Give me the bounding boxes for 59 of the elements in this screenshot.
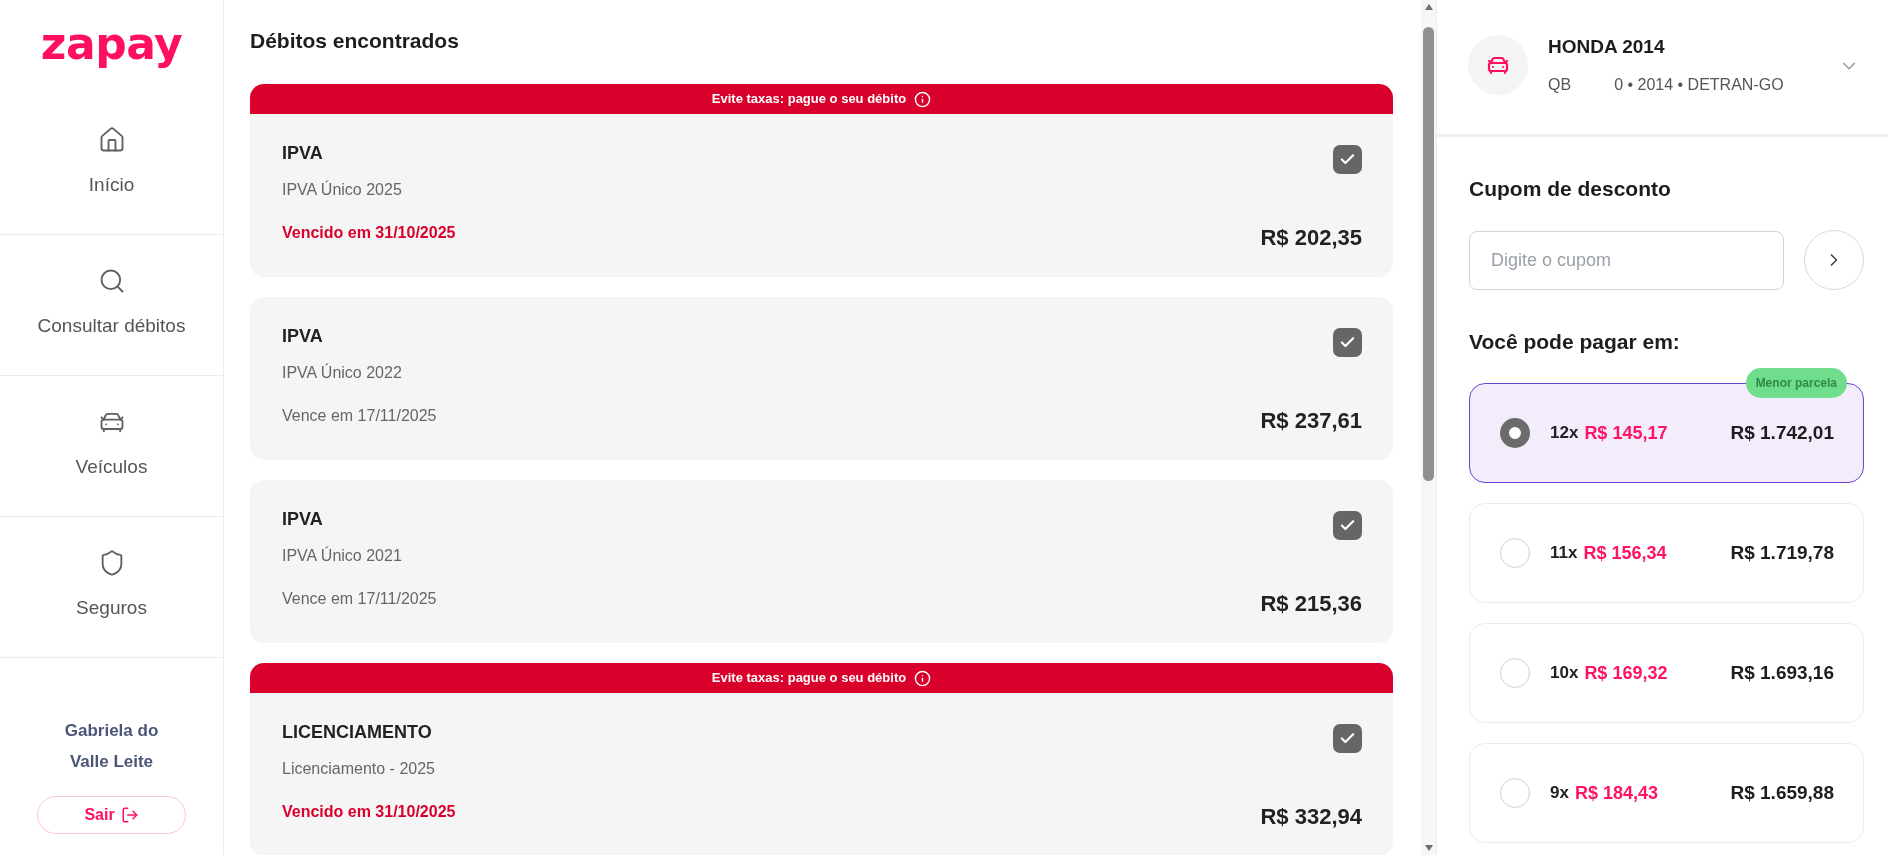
banner-text: Evite taxas: pague o seu débito [711, 91, 907, 107]
debt-amount: R$ 202,35 [1260, 224, 1362, 252]
lowest-installment-tag: Menor parcela [1745, 368, 1847, 398]
debt-description: IPVA Único 2025 [282, 179, 402, 200]
scrollbar-thumb[interactable] [1423, 27, 1434, 481]
scrollbar[interactable] [1421, 0, 1436, 855]
debt-description: Licenciamento - 2025 [282, 759, 435, 779]
plate-start: QB [1548, 75, 1572, 95]
nav-item[interactable]: Início [0, 94, 223, 235]
checkbox[interactable] [1333, 328, 1362, 357]
section-title: Débitos encontrados [250, 28, 459, 54]
radio-button[interactable] [1500, 418, 1530, 448]
debt-description: IPVA Único 2022 [282, 362, 402, 383]
user-name: Gabriela do Valle Leite [63, 720, 160, 773]
checkbox[interactable] [1333, 511, 1362, 540]
installment-option[interactable]: 9x R$ 184,43 R$ 1.659,88 [1469, 743, 1864, 843]
installment-option[interactable]: 10x R$ 169,32 R$ 1.693,16 [1469, 623, 1864, 723]
due-date: Vence em 17/11/2025 [282, 406, 437, 426]
info-icon[interactable] [914, 669, 932, 687]
vehicle-details: 0 • 2014 • DETRAN-GO [1614, 75, 1784, 95]
debt-title: LICENCIAMENTO [282, 721, 432, 744]
installment-value: R$ 145,17 [1584, 422, 1668, 445]
installment-count: 10x [1550, 662, 1579, 684]
payment-title: Você pode pagar em: [1469, 329, 1680, 355]
installment-value: R$ 156,34 [1583, 542, 1667, 565]
debt-amount: R$ 332,94 [1260, 803, 1362, 831]
debt-title: IPVA [282, 325, 323, 348]
info-icon[interactable] [914, 90, 932, 108]
coupon-title: Cupom de desconto [1469, 176, 1671, 202]
scroll-down-icon[interactable] [1424, 845, 1433, 851]
nav-item[interactable]: Seguros [0, 517, 223, 658]
installment-value: R$ 184,43 [1574, 782, 1658, 805]
coupon-input[interactable]: Digite o cupom [1469, 230, 1784, 290]
logo[interactable]: zapay [40, 22, 183, 68]
logout-icon [120, 806, 139, 824]
total-value: R$ 1.719,78 [1730, 541, 1834, 565]
scroll-up-icon[interactable] [1424, 4, 1433, 10]
installment-count: 12x [1550, 422, 1579, 444]
vehicle-name: HONDA 2014 [1548, 35, 1665, 59]
debt-description: IPVA Único 2021 [282, 545, 402, 566]
checkbox[interactable] [1333, 724, 1362, 753]
installment-value: R$ 169,32 [1584, 662, 1668, 685]
debt-amount: R$ 237,61 [1260, 407, 1362, 435]
nav-item[interactable]: Consultar débitos [0, 235, 223, 376]
installment-count: 11x [1550, 542, 1578, 564]
due-date: Vencido em 31/10/2025 [282, 802, 456, 822]
due-date: Vencido em 31/10/2025 [282, 223, 456, 243]
debt-title: IPVA [282, 508, 323, 531]
installment-count: 9x [1550, 782, 1569, 804]
debt-amount: R$ 215,36 [1260, 590, 1362, 618]
total-value: R$ 1.693,16 [1730, 661, 1834, 685]
banner-text: Evite taxas: pague o seu débito [711, 670, 907, 686]
total-value: R$ 1.742,01 [1730, 421, 1834, 445]
nav-item[interactable]: Veículos [0, 376, 223, 517]
total-value: R$ 1.659,88 [1730, 781, 1834, 805]
debt-title: IPVA [282, 142, 323, 165]
checkbox[interactable] [1333, 145, 1362, 174]
installment-option[interactable]: 11x R$ 156,34 R$ 1.719,78 [1469, 503, 1864, 603]
due-date: Vence em 17/11/2025 [282, 589, 437, 609]
